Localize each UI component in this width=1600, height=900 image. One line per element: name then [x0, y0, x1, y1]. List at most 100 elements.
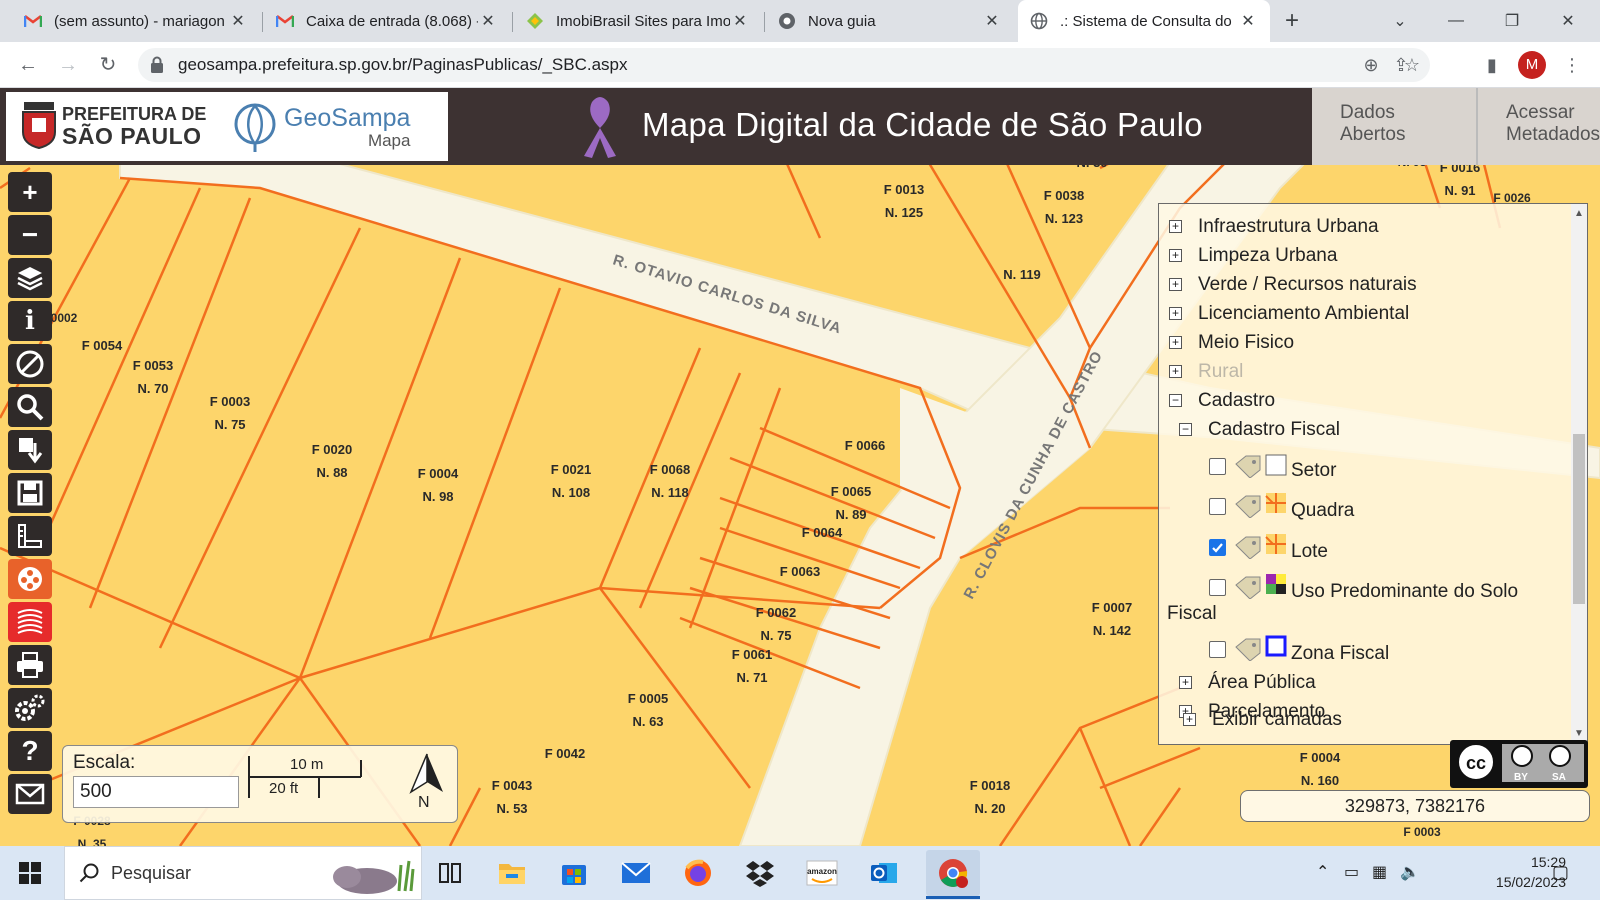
profile-avatar[interactable]: M: [1518, 51, 1546, 79]
collapse-icon[interactable]: −: [1169, 394, 1182, 407]
firefox-icon[interactable]: [680, 855, 716, 891]
lot-n-label: N. 63: [632, 714, 663, 729]
layer-group-cadastro[interactable]: − Cadastro: [1169, 390, 1275, 412]
layer-group-rural[interactable]: + Rural: [1169, 361, 1243, 383]
start-button[interactable]: [12, 855, 48, 891]
contour-button[interactable]: [8, 602, 52, 642]
toggle-layers-link[interactable]: + Exibir camadas: [1183, 709, 1342, 731]
close-tab-icon[interactable]: ✕: [730, 11, 750, 31]
back-button[interactable]: ←: [14, 51, 42, 79]
dropbox-icon[interactable]: [742, 855, 778, 891]
tab-gmail-inbox[interactable]: Caixa de entrada (8.068) - ✕: [264, 0, 510, 42]
restore-button[interactable]: ❐: [1484, 0, 1540, 42]
scroll-down-icon[interactable]: ▼: [1574, 728, 1584, 739]
print-button[interactable]: [8, 645, 52, 685]
pan-button[interactable]: [8, 344, 52, 384]
tag-icon[interactable]: [1234, 494, 1262, 518]
file-explorer-icon[interactable]: [494, 855, 530, 891]
layer-checkbox-quadra[interactable]: [1209, 498, 1226, 515]
email-button[interactable]: [8, 774, 52, 814]
zoom-icon[interactable]: ⊕: [1360, 54, 1382, 76]
network-icon[interactable]: ▦: [1372, 862, 1387, 882]
layer-checkbox-lote[interactable]: [1209, 539, 1226, 556]
layer-group-licenciamento[interactable]: + Licenciamento Ambiental: [1169, 303, 1409, 325]
layer-group-infraestrutura[interactable]: + Infraestrutura Urbana: [1169, 216, 1379, 238]
layer-checkbox-setor[interactable]: [1209, 458, 1226, 475]
lot-n-label: N. 89: [835, 507, 866, 522]
zoom-out-button[interactable]: −: [8, 215, 52, 255]
bookmark-star-icon[interactable]: ☆: [1400, 53, 1424, 77]
uso-solo-legend-icon: [1266, 574, 1286, 594]
expand-icon[interactable]: +: [1169, 249, 1182, 262]
tab-gmail-draft[interactable]: (sem assunto) - mariagon ✕: [12, 0, 260, 42]
dados-abertos-button[interactable]: Dados Abertos: [1312, 88, 1484, 165]
new-tab-button[interactable]: +: [1278, 8, 1306, 36]
windows-taskbar: Pesquisar amazon ⌃ ▭ ▦ 🔈 15:29 15/02/202…: [0, 846, 1600, 900]
tray-overflow-icon[interactable]: ⌃: [1316, 862, 1329, 882]
measure-button[interactable]: [8, 516, 52, 556]
tab-geosampa[interactable]: .: Sistema de Consulta do ✕: [1018, 0, 1270, 42]
scale-input[interactable]: [73, 776, 239, 808]
layer-checkbox-uso-predominante[interactable]: [1209, 579, 1226, 596]
reload-button[interactable]: ↻: [94, 51, 122, 79]
scrollbar-thumb[interactable]: [1573, 434, 1585, 604]
tray-device-icon[interactable]: ▭: [1344, 862, 1359, 882]
layer-group-verde[interactable]: + Verde / Recursos naturais: [1169, 274, 1417, 296]
save-button[interactable]: [8, 473, 52, 513]
chrome-icon[interactable]: [926, 850, 980, 896]
acessar-metadados-button[interactable]: Acessar Metadados: [1476, 88, 1600, 165]
notifications-icon[interactable]: ▢: [1552, 862, 1569, 883]
layers-scrollbar[interactable]: ▲ ▼: [1571, 204, 1587, 744]
volume-icon[interactable]: 🔈: [1400, 862, 1420, 882]
tag-icon[interactable]: [1234, 454, 1262, 478]
geo-name: GeoSampa: [284, 104, 411, 132]
lote-legend-icon: [1265, 534, 1286, 554]
film-reel-button[interactable]: [8, 559, 52, 599]
outlook-icon[interactable]: [866, 855, 902, 891]
mail-icon[interactable]: [618, 855, 654, 891]
zoom-in-button[interactable]: +: [8, 172, 52, 212]
amazon-icon[interactable]: amazon: [804, 855, 840, 891]
expand-icon[interactable]: +: [1169, 336, 1182, 349]
tag-icon[interactable]: [1234, 637, 1262, 661]
expand-icon[interactable]: +: [1169, 278, 1182, 291]
download-button[interactable]: [8, 430, 52, 470]
close-tab-icon[interactable]: ✕: [982, 11, 1002, 31]
help-button[interactable]: ?: [8, 731, 52, 771]
cc-license-badge[interactable]: cc BY SA: [1450, 740, 1588, 788]
layer-subgroup-area-publica[interactable]: + Área Pública: [1179, 672, 1316, 694]
close-tab-icon[interactable]: ✕: [228, 11, 248, 31]
layer-group-meio-fisico[interactable]: + Meio Fisico: [1169, 332, 1294, 354]
search-button[interactable]: [8, 387, 52, 427]
menu-kebab-icon[interactable]: ⋮: [1560, 53, 1584, 77]
close-tab-icon[interactable]: ✕: [478, 11, 498, 31]
layers-button[interactable]: [8, 258, 52, 298]
forward-button[interactable]: →: [54, 51, 82, 79]
tag-icon[interactable]: [1234, 535, 1262, 559]
expand-icon[interactable]: +: [1169, 365, 1182, 378]
layer-group-limpeza[interactable]: + Limpeza Urbana: [1169, 245, 1337, 267]
settings-button[interactable]: [8, 688, 52, 728]
taskbar-search[interactable]: Pesquisar: [64, 846, 422, 900]
tab-new[interactable]: Nova guia ✕: [766, 0, 1014, 42]
task-view-icon[interactable]: [432, 855, 468, 891]
lot-n-label: N. 142: [1093, 623, 1131, 638]
side-panel-icon[interactable]: ▮: [1480, 53, 1504, 77]
geosampa-wordmark: GeoSampa Mapa: [284, 104, 410, 150]
layer-checkbox-zona-fiscal[interactable]: [1209, 641, 1226, 658]
scroll-up-icon[interactable]: ▲: [1574, 208, 1584, 219]
address-bar[interactable]: geosampa.prefeitura.sp.gov.br/PaginasPub…: [138, 48, 1430, 82]
tag-icon[interactable]: [1234, 575, 1262, 599]
tab-imobibrasil[interactable]: ImobiBrasil Sites para Imo ✕: [514, 0, 762, 42]
expand-icon[interactable]: +: [1169, 220, 1182, 233]
close-tab-icon[interactable]: ✕: [1238, 11, 1258, 31]
expand-icon[interactable]: +: [1169, 307, 1182, 320]
close-window-button[interactable]: ✕: [1540, 0, 1596, 42]
expand-icon[interactable]: +: [1179, 676, 1192, 689]
info-button[interactable]: i: [8, 301, 52, 341]
microsoft-store-icon[interactable]: [556, 855, 592, 891]
minimize-button[interactable]: —: [1428, 0, 1484, 42]
layer-subgroup-cadastro-fiscal[interactable]: − Cadastro Fiscal: [1179, 419, 1340, 441]
tab-search-icon[interactable]: ⌄: [1372, 0, 1428, 42]
collapse-icon[interactable]: −: [1179, 423, 1192, 436]
